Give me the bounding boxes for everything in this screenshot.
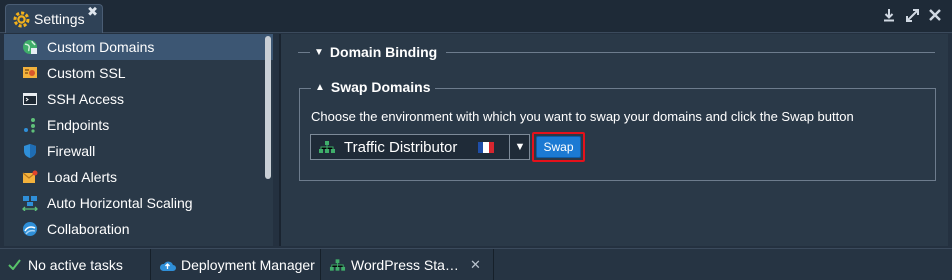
status-separator — [320, 249, 321, 280]
cloud-icon — [159, 257, 176, 273]
terminal-icon — [22, 91, 38, 107]
swap-button-highlight: Swap — [532, 132, 585, 162]
expand-icon[interactable] — [905, 7, 919, 23]
collaboration-icon — [22, 221, 38, 237]
status-separator — [493, 249, 494, 280]
swap-button[interactable]: Swap — [536, 136, 581, 158]
environment-select[interactable]: Traffic Distributor ▼ — [310, 134, 530, 160]
sidebar-item-auto-horizontal-scaling[interactable]: Auto Horizontal Scaling — [4, 190, 273, 216]
sidebar-item-ssh-access[interactable]: SSH Access — [4, 86, 273, 112]
close-window-icon[interactable] — [928, 7, 942, 23]
expand-triangle-up-icon: ▲ — [315, 81, 325, 93]
wordpress-tab-close-icon[interactable]: ✕ — [470, 249, 481, 280]
sidebar-item-collaboration[interactable]: Collaboration — [4, 216, 273, 242]
task-status-text: No active tasks — [28, 256, 123, 273]
domain-binding-toggle[interactable]: ▼ Domain Binding — [314, 44, 437, 60]
france-flag-icon — [478, 142, 494, 153]
divider-line — [298, 52, 310, 53]
sidebar-item-label: Custom Domains — [47, 39, 155, 55]
tab-deployment-manager[interactable]: Deployment Manager — [159, 249, 315, 280]
alert-mail-icon — [22, 169, 38, 185]
sidebar-item-custom-domains[interactable]: Custom Domains — [4, 34, 273, 60]
task-status[interactable]: No active tasks — [6, 249, 123, 280]
sidebar-item-endpoints[interactable]: Endpoints — [4, 112, 273, 138]
sidebar-item-custom-ssl[interactable]: Custom SSL — [4, 60, 273, 86]
main-panel: ▼ Domain Binding ▲ Swap Domains Choose t… — [281, 34, 948, 246]
scaling-icon — [22, 195, 38, 211]
app-window: Settings ✖ Custom Domains Custom SSL SSH… — [0, 0, 952, 280]
swap-domains-toggle[interactable]: ▲ Swap Domains — [311, 79, 435, 95]
status-separator — [150, 249, 151, 280]
deployment-manager-label: Deployment Manager — [181, 256, 315, 273]
certificate-icon — [22, 65, 38, 81]
environment-select-value: Traffic Distributor — [344, 138, 458, 156]
dropdown-arrow-icon[interactable]: ▼ — [509, 135, 530, 159]
status-bar: No active tasks Deployment Manager WordP… — [0, 248, 952, 280]
sidebar-item-label: Collaboration — [47, 221, 130, 237]
environment-icon — [318, 140, 336, 154]
tab-settings[interactable]: Settings ✖ — [5, 4, 103, 33]
swap-instruction: Choose the environment with which you wa… — [311, 109, 854, 124]
settings-sidebar: Custom Domains Custom SSL SSH Access End… — [4, 34, 273, 246]
sidebar-item-label: Load Alerts — [47, 169, 118, 185]
sidebar-item-firewall[interactable]: Firewall — [4, 138, 273, 164]
divider-line — [446, 52, 935, 53]
tab-close-icon[interactable]: ✖ — [87, 5, 98, 18]
sidebar-item-label: Custom SSL — [47, 65, 126, 81]
sidebar-item-label: Endpoints — [47, 117, 110, 133]
download-icon[interactable] — [882, 7, 896, 23]
environment-icon — [329, 257, 346, 273]
shield-icon — [22, 143, 38, 159]
sidebar-item-load-alerts[interactable]: Load Alerts — [4, 164, 273, 190]
collapse-triangle-down-icon: ▼ — [314, 46, 324, 58]
swap-domains-section: ▲ Swap Domains Choose the environment wi… — [299, 79, 936, 181]
sidebar-item-label: SSH Access — [47, 91, 125, 107]
wordpress-tab-label: WordPress Sta… — [351, 256, 459, 273]
window-controls — [882, 7, 942, 23]
sidebar-item-label: Firewall — [47, 143, 96, 159]
top-tab-bar: Settings ✖ — [0, 0, 952, 33]
gear-icon — [13, 11, 30, 28]
endpoints-icon — [22, 117, 38, 133]
tab-title: Settings — [34, 11, 85, 27]
sidebar-scrollbar[interactable] — [265, 36, 271, 179]
sidebar-item-label: Auto Horizontal Scaling — [47, 195, 193, 211]
globe-icon — [22, 39, 38, 55]
swap-domains-title: Swap Domains — [330, 79, 431, 95]
domain-binding-title: Domain Binding — [329, 44, 438, 60]
checkmark-icon — [6, 257, 23, 273]
tab-wordpress[interactable]: WordPress Sta… — [329, 249, 459, 280]
